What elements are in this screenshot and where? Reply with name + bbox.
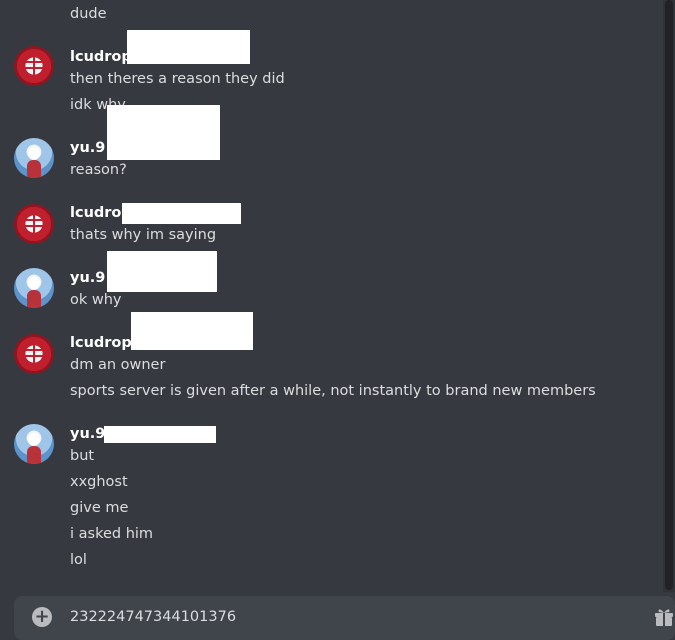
redaction-box [122, 203, 241, 224]
message-input[interactable]: 232224747344101376 [70, 607, 236, 627]
redaction-box [104, 426, 216, 443]
message-line: xxghost [70, 474, 128, 490]
message-author[interactable]: yu.9 [70, 268, 105, 288]
redaction-box [127, 30, 250, 64]
gift-icon[interactable] [652, 604, 675, 628]
redaction-box [107, 105, 220, 160]
user-avatar[interactable] [14, 334, 54, 374]
redaction-box [107, 251, 217, 292]
message-line: dm an owner [70, 357, 166, 373]
message-line: give me [70, 500, 129, 516]
message-line: dude [70, 6, 107, 22]
message-line: reason? [70, 162, 127, 178]
scrollbar-thumb[interactable] [665, 0, 673, 590]
chat-message-list: dude lcudrop then theres a reason they d… [0, 0, 675, 630]
scrollbar-track[interactable] [663, 0, 675, 592]
message-author[interactable]: yu.9 [70, 138, 105, 158]
message-author[interactable]: lcudrop [70, 333, 132, 353]
user-avatar[interactable] [14, 424, 54, 464]
message-author[interactable]: lcudrop [70, 47, 132, 67]
message-composer[interactable]: + 232224747344101376 [14, 596, 675, 640]
message-line: but [70, 448, 95, 464]
message-author[interactable]: yu.9 [70, 424, 105, 444]
message-line: i asked him [70, 526, 154, 542]
message-line: ok why [70, 292, 122, 308]
user-avatar[interactable] [14, 268, 54, 308]
user-avatar[interactable] [14, 46, 54, 86]
user-avatar[interactable] [14, 138, 54, 178]
message-line: thats why im saying [70, 227, 217, 243]
redaction-box [131, 312, 253, 350]
add-attachment-icon[interactable]: + [32, 607, 52, 627]
message-line: then theres a reason they did [70, 71, 285, 87]
user-avatar[interactable] [14, 204, 54, 244]
message-line: lol [70, 552, 87, 568]
message-line: sports server is given after a while, no… [70, 383, 596, 399]
